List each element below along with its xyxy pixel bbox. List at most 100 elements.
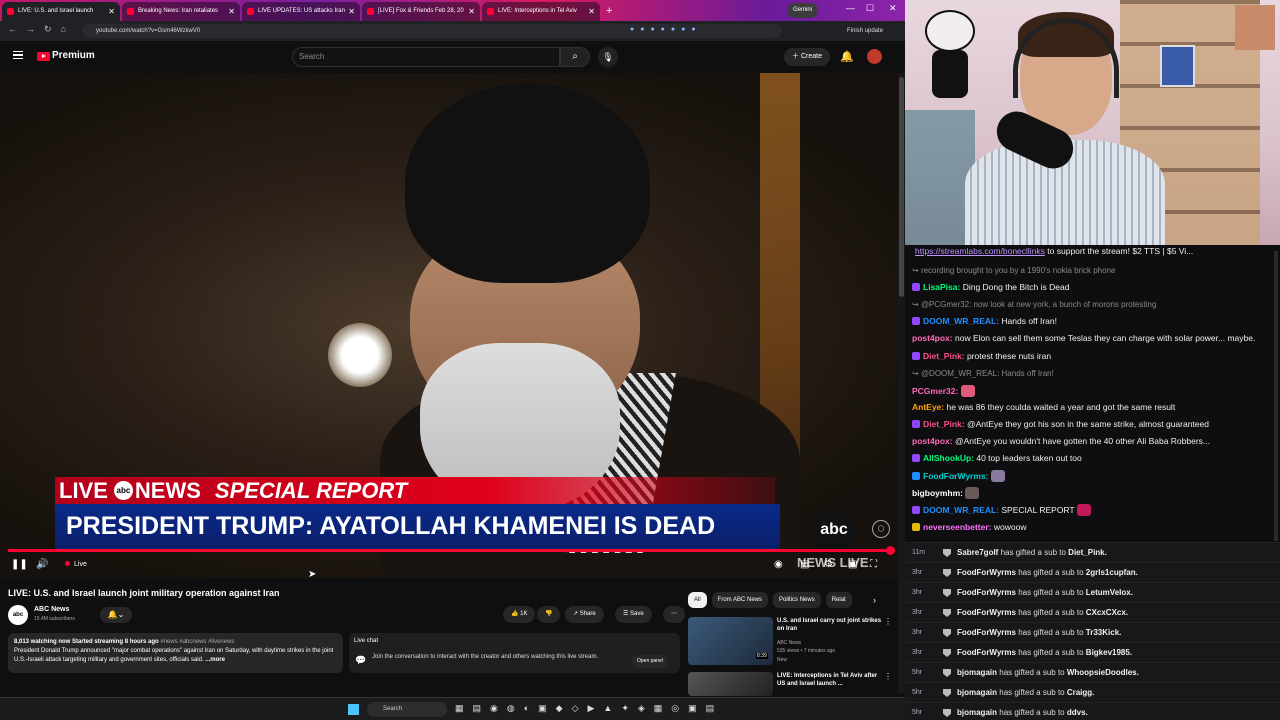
recipient-name[interactable]: ddvs. [1067,708,1088,717]
gemini-button[interactable]: Gemini [787,3,819,18]
browser-tab[interactable]: LIVE: Interceptions in Tel Aviv ✕ [482,2,600,21]
recommendation-item[interactable]: 8:39 U.S. and Israel carry out joint str… [688,617,898,667]
browser-tab[interactable]: LIVE: U.S. and Israel launch ✕ [2,2,120,21]
recipient-name[interactable]: Craigg. [1067,688,1095,697]
recipient-name[interactable]: CXcxCXcx. [1086,608,1128,617]
new-tab-icon[interactable]: + [606,2,612,21]
chevron-right-icon[interactable]: › [873,595,876,605]
chat-username[interactable]: LisaPisa: [923,282,960,292]
recipient-name[interactable]: LetumVelox. [1086,588,1133,597]
gifter-name[interactable]: bjomagain [957,688,997,697]
notifications-bell-icon[interactable]: 🔔 [840,50,854,63]
scrubber-handle[interactable] [886,546,895,555]
recipient-name[interactable]: Bigkev1985. [1086,648,1132,657]
more-actions-icon[interactable]: ⋯ [663,606,685,623]
chat-username[interactable]: post4pox: [912,436,953,446]
miniplayer-icon[interactable]: ▣ [848,559,857,570]
open-panel-button[interactable]: Open panel [632,655,668,668]
filter-chip[interactable]: Relat [825,592,852,608]
browser-tab[interactable]: Breaking News: Iran retaliates ✕ [122,2,240,21]
filter-chip[interactable]: All [688,592,707,608]
channel-name[interactable]: ABC News [34,606,69,613]
subtitles-icon[interactable]: ▤ [800,559,809,570]
chat-scrollbar[interactable] [1274,251,1278,541]
gifter-name[interactable]: FoodForWyrms [957,608,1016,617]
close-tab-icon[interactable]: ✕ [228,2,235,21]
gifter-name[interactable]: FoodForWyrms [957,648,1016,657]
video-player[interactable]: LIVE abc NEWS SPECIAL REPORT PRESIDENT T… [0,73,900,578]
streamlabs-link[interactable]: https://streamlabs.com/bonecllinks [915,246,1045,256]
chat-username[interactable]: Diet_Pink: [923,351,965,361]
chat-username[interactable]: post4pox: [912,333,953,343]
close-tab-icon[interactable]: ✕ [468,2,475,21]
youtube-logo-icon[interactable] [37,52,50,61]
taskbar-app-icons[interactable]: ▦▤◉◍◐▣◆◇▶▲✦◈▦◎▣▤ [455,703,723,714]
search-icon[interactable]: ⌕ [560,47,590,67]
recipient-name[interactable]: WhoopsieDoodles. [1067,668,1139,677]
description-tags[interactable]: #news #abcnews #livenews [159,639,234,645]
gifter-name[interactable]: Sabre7golf [957,548,998,557]
minimize-icon[interactable]: — [846,3,855,13]
close-tab-icon[interactable]: ✕ [588,2,595,21]
chat-username[interactable]: Diet_Pink: [923,419,965,429]
chat-username[interactable]: bigboymhm: [912,488,963,498]
description-box[interactable]: 8,013 watching now Started streaming 8 h… [8,633,343,673]
live-indicator[interactable]: Live [65,561,87,568]
chat-username[interactable]: DOOM_WR_REAL: [923,505,999,515]
chat-username[interactable]: AntEye: [912,402,944,412]
close-window-icon[interactable]: ✕ [889,3,897,14]
chat-username[interactable]: PCGmer32: [912,386,958,396]
recommendation-title[interactable]: U.S. and Israel carry out joint strikes … [777,617,887,633]
create-button[interactable]: ＋ Create [784,48,830,66]
share-button[interactable]: ↗ Share [565,606,604,623]
extensions-icon[interactable]: ●●●●●●● [630,26,702,33]
chat-username[interactable]: FoodForWyrms: [923,471,988,481]
maximize-icon[interactable]: ☐ [866,3,874,14]
more-options-icon[interactable]: ⋮ [884,617,892,626]
recommendation-thumbnail[interactable] [688,672,773,696]
chat-username[interactable]: neverseenbetter: [923,522,992,532]
recipient-name[interactable]: Tr33Kick. [1086,628,1122,637]
page-scrollbar[interactable] [898,73,905,693]
gifter-name[interactable]: FoodForWyrms [957,568,1016,577]
avatar[interactable] [867,49,882,64]
search-input[interactable]: Search [292,47,560,67]
chat-username[interactable]: AllShookUp: [923,453,974,463]
finish-update-button[interactable]: Finish update [847,24,883,38]
subscription-bell-icon[interactable]: 🔔⌄ [100,607,132,623]
autoplay-toggle-icon[interactable]: ◉ [774,559,783,570]
gifter-name[interactable]: bjomagain [957,708,997,717]
recommendation-item[interactable]: LIVE: Interceptions in Tel Aviv after US… [688,672,898,696]
gifter-name[interactable]: bjomagain [957,668,997,677]
filter-chip[interactable]: From ABC News [711,592,769,608]
microphone-icon[interactable]: 🎙 [598,47,618,67]
volume-icon[interactable]: 🔊 [36,559,48,570]
youtube-premium-label[interactable]: Premium [52,50,95,61]
close-tab-icon[interactable]: ✕ [108,2,115,21]
windows-start-icon[interactable] [348,704,359,715]
chat-username[interactable]: DOOM_WR_REAL: [923,316,999,326]
gifter-name[interactable]: FoodForWyrms [957,588,1016,597]
recommendation-title[interactable]: LIVE: Interceptions in Tel Aviv after US… [777,672,887,688]
filter-chip[interactable]: Politics News [773,592,821,608]
gifter-name[interactable]: FoodForWyrms [957,628,1016,637]
close-tab-icon[interactable]: ✕ [348,2,355,21]
description-more[interactable]: ...more [204,657,225,663]
recipient-name[interactable]: 2grls1cupfan. [1086,568,1138,577]
pause-icon[interactable]: ❚❚ [11,559,28,570]
channel-avatar[interactable]: abc [8,605,28,625]
save-button[interactable]: ☰ Save [615,606,652,623]
like-button[interactable]: 👍 1K [503,606,536,623]
scrollbar-thumb[interactable] [899,77,904,297]
more-options-icon[interactable]: ⋮ [884,672,892,681]
hamburger-menu-icon[interactable] [13,51,23,59]
video-progress-bar[interactable] [8,546,895,555]
fullscreen-icon[interactable]: ⛶ [870,559,877,570]
dislike-button[interactable]: 👎 [537,606,561,623]
settings-gear-icon[interactable]: ⚙ [824,559,833,570]
taskbar-search[interactable]: Search [367,702,447,717]
nav-buttons-icon[interactable]: ←→↻⌂ [8,24,75,35]
recommendation-channel[interactable]: ABC News [777,640,801,647]
browser-tab[interactable]: LIVE UPDATES: US attacks Iran ✕ [242,2,360,21]
recipient-name[interactable]: Diet_Pink. [1068,548,1107,557]
